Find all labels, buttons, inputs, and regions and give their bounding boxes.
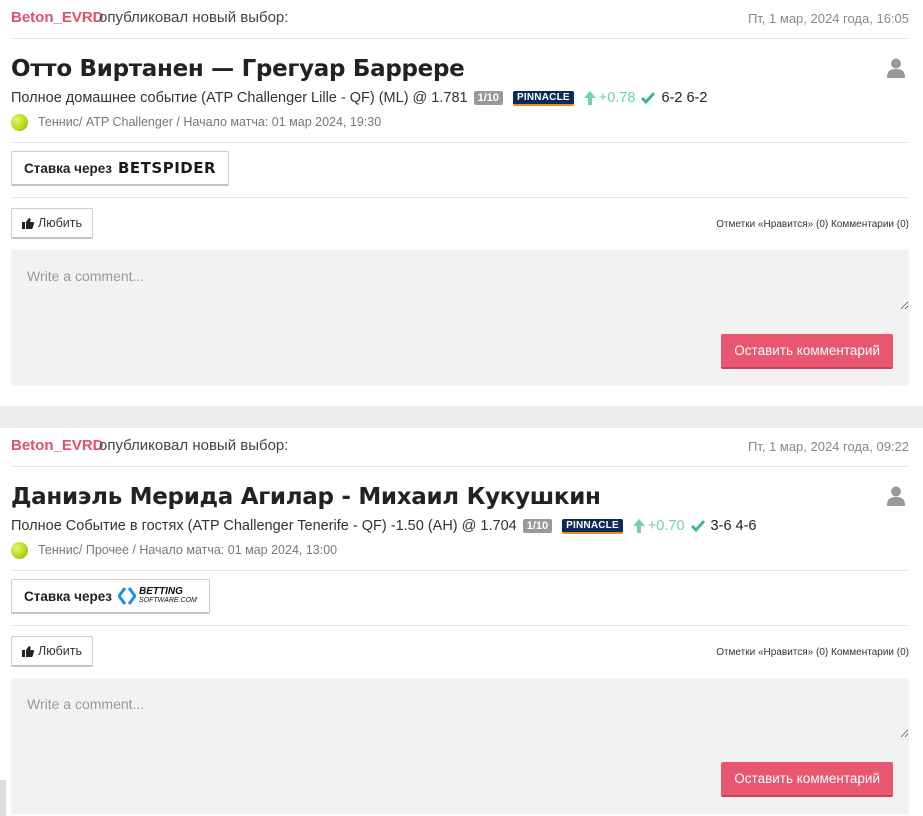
tennis-ball-icon: [11, 113, 28, 131]
match-meta-text: Теннис/ Прочее / Начало матча: 01 мар 20…: [38, 543, 338, 557]
arrow-up-icon: [632, 519, 645, 533]
odds-delta: +0.70: [632, 518, 685, 534]
odds-delta-value: +0.78: [598, 90, 636, 106]
divider: [11, 570, 909, 571]
match-title[interactable]: Даниэль Мерида Агилар - Михаил Кукушкин: [11, 484, 601, 510]
post-date: Пт, 1 мар, 2024 года, 09:22: [747, 439, 909, 454]
bet-via-button[interactable]: Ставка через BETSPIDER: [11, 151, 230, 186]
user-icon[interactable]: [887, 58, 905, 78]
post-action-text: опубликовал новый выбор:: [99, 437, 289, 454]
logo-text-line2: SOFTWARE.COM: [139, 597, 197, 604]
bookmaker-badge: PINNACLE: [513, 90, 574, 106]
bet-via-label: Ставка через: [24, 160, 112, 176]
pick-line: Полное домашнее событие (ATP Challenger …: [11, 89, 707, 107]
post-content: Beton_EVRD опубликовал новый выбор: Пт, …: [11, 0, 909, 406]
post-header: Beton_EVRD опубликовал новый выбор: Пт, …: [11, 428, 909, 467]
check-icon: [690, 520, 705, 532]
match-score: 6-2 6-2: [661, 90, 708, 106]
odds-delta: +0.78: [583, 90, 636, 106]
like-button[interactable]: Любить: [11, 208, 93, 239]
scrollbar[interactable]: [0, 780, 6, 816]
likes-comments-count[interactable]: Отметки «Нравится» (0) Комментарии (0): [716, 647, 909, 658]
betting-software-logo-icon: [118, 587, 136, 605]
pick-text: Полное Событие в гостях (ATP Challenger …: [11, 518, 517, 534]
pick-text: Полное домашнее событие (ATP Challenger …: [11, 90, 468, 106]
like-label: Любить: [38, 216, 82, 230]
post-card: Beton_EVRD опубликовал новый выбор: Пт, …: [0, 0, 923, 406]
post-card: Beton_EVRD опубликовал новый выбор: Пт, …: [0, 428, 923, 816]
post-content: Beton_EVRD опубликовал новый выбор: Пт, …: [11, 428, 909, 816]
author-link[interactable]: Beton_EVRD: [11, 9, 104, 26]
thumbs-up-icon: [22, 645, 34, 657]
comment-form: Оставить комментарий: [11, 678, 909, 814]
match-title[interactable]: Отто Виртанен — Грегуар Баррере: [11, 56, 465, 82]
match-score: 3-6 4-6: [710, 518, 757, 534]
comment-input[interactable]: [11, 678, 909, 738]
betting-software-logo: BETTING SOFTWARE.COM: [118, 587, 197, 605]
author-link[interactable]: Beton_EVRD: [11, 437, 104, 454]
submit-comment-button[interactable]: Оставить комментарий: [721, 334, 893, 369]
divider: [11, 197, 909, 198]
odds-delta-value: +0.70: [647, 518, 685, 534]
submit-comment-button[interactable]: Оставить комментарий: [721, 762, 893, 797]
tennis-ball-icon: [11, 541, 28, 559]
divider: [11, 625, 909, 626]
likes-comments-count[interactable]: Отметки «Нравится» (0) Комментарии (0): [716, 219, 909, 230]
bookmaker-badge: PINNACLE: [562, 518, 623, 534]
match-meta-text: Теннис/ ATP Challenger / Начало матча: 0…: [38, 115, 382, 129]
post-date: Пт, 1 мар, 2024 года, 16:05: [747, 11, 909, 26]
post-action-text: опубликовал новый выбор:: [99, 9, 289, 26]
post-header: Beton_EVRD опубликовал новый выбор: Пт, …: [11, 0, 909, 39]
like-label: Любить: [38, 644, 82, 658]
thumbs-up-icon: [22, 217, 34, 229]
arrow-up-icon: [583, 91, 596, 105]
check-icon: [641, 92, 656, 104]
user-icon[interactable]: [887, 486, 905, 506]
bet-via-label: Ставка через: [24, 588, 112, 604]
bet-via-button[interactable]: Ставка через BETTING SOFTWARE.COM: [11, 579, 210, 614]
stake-badge: 1/10: [473, 91, 504, 105]
like-button[interactable]: Любить: [11, 636, 93, 667]
stake-badge: 1/10: [522, 519, 553, 533]
betspider-logo: BETSPIDER: [118, 159, 217, 177]
comment-form: Оставить комментарий: [11, 250, 909, 386]
logo-text-line1: BETTING: [139, 586, 183, 597]
divider: [11, 142, 909, 143]
match-meta: Теннис/ ATP Challenger / Начало матча: 0…: [11, 113, 381, 131]
comment-input[interactable]: [11, 250, 909, 310]
match-meta: Теннис/ Прочее / Начало матча: 01 мар 20…: [11, 541, 337, 559]
pick-line: Полное Событие в гостях (ATP Challenger …: [11, 517, 757, 535]
